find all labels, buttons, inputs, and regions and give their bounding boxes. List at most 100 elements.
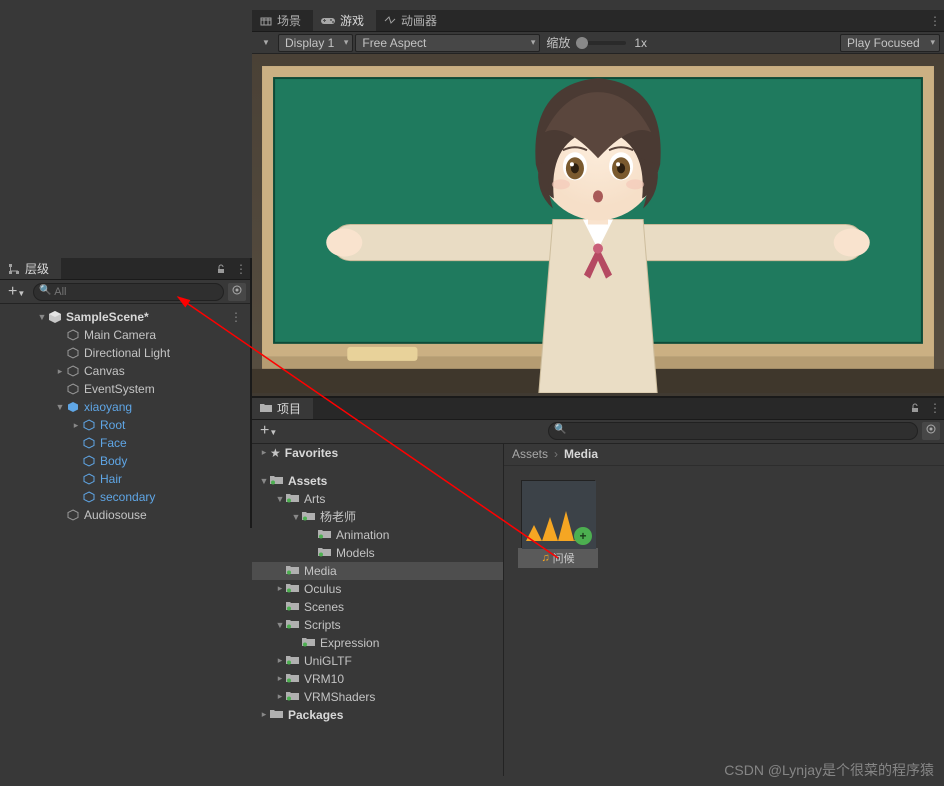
hierarchy-search[interactable] [33, 283, 224, 301]
folder-row[interactable]: Models [252, 544, 503, 562]
gameobject-row[interactable]: ▼ xiaoyang [0, 398, 250, 416]
project-filter-icon[interactable] [922, 422, 940, 440]
folder-icon [260, 403, 272, 413]
foldout-icon[interactable]: ▸ [54, 366, 66, 377]
project-lock-icon[interactable] [904, 398, 926, 419]
project-search[interactable] [548, 422, 918, 440]
folder-icon [286, 582, 300, 596]
project-tab[interactable]: 项目 [252, 398, 313, 419]
gameobject-row[interactable]: Directional Light [0, 344, 250, 362]
foldout-icon[interactable]: ▸ [274, 583, 286, 594]
folder-row[interactable]: ▼ Scripts [252, 616, 503, 634]
prefab-icon [66, 400, 80, 414]
aspect-dropdown[interactable]: Free Aspect [355, 34, 540, 52]
assets-row[interactable]: ▼ Assets [252, 472, 503, 490]
gameobject-row[interactable]: Face [0, 434, 250, 452]
add-button[interactable]: +▼ [4, 283, 29, 301]
search-type-icon[interactable] [228, 283, 246, 301]
foldout-icon[interactable]: ▼ [36, 312, 48, 322]
folder-row[interactable]: ▸ VRMShaders [252, 688, 503, 706]
breadcrumb-current[interactable]: Media [564, 447, 598, 461]
hierarchy-panel: 层级 ⋮ +▼ 🔍 ▼ SampleScene [0, 258, 252, 528]
go-label: Directional Light [84, 346, 170, 360]
game-dropdown-icon[interactable]: ▼ [256, 38, 276, 47]
asset-audio[interactable]: + ♫ 问候 [518, 480, 598, 568]
asset-grid[interactable]: + ♫ 问候 [504, 466, 944, 776]
hierarchy-menu-icon[interactable]: ⋮ [232, 258, 250, 279]
hierarchy-tab[interactable]: 层级 [0, 258, 61, 279]
breadcrumb-root[interactable]: Assets [512, 447, 548, 461]
go-label: secondary [100, 490, 155, 504]
search-icon: 🔍 [39, 285, 51, 296]
folder-row[interactable]: ▸ UniGLTF [252, 652, 503, 670]
gameobject-icon [66, 382, 80, 396]
packages-row[interactable]: ▸ Packages [252, 706, 503, 724]
gameobject-icon [66, 364, 80, 378]
right-panels: 场景 游戏 动画器 ⋮ ▼ Display 1 Free Aspect 缩放 [252, 10, 944, 776]
gameobject-row[interactable]: ▸ Canvas [0, 362, 250, 380]
scale-slider[interactable] [576, 41, 626, 45]
project-tab-bar: 项目 ⋮ [252, 398, 944, 420]
game-viewport[interactable] [252, 54, 944, 396]
scene-tab[interactable]: 场景 [252, 10, 313, 31]
foldout-icon[interactable]: ▸ [274, 655, 286, 666]
folder-icon [270, 474, 284, 488]
gameobject-row[interactable]: Hair [0, 470, 250, 488]
display-dropdown[interactable]: Display 1 [278, 34, 353, 52]
folder-icon [270, 708, 284, 722]
project-menu-icon[interactable]: ⋮ [926, 398, 944, 419]
gameobject-icon [66, 508, 80, 522]
foldout-icon[interactable]: ▼ [258, 476, 270, 486]
unlock-icon[interactable] [210, 258, 232, 279]
gameobject-row[interactable]: secondary [0, 488, 250, 506]
hierarchy-title: 层级 [25, 260, 49, 277]
asset-name: 问候 [553, 550, 575, 566]
foldout-icon[interactable]: ▼ [290, 512, 302, 522]
favorites-row[interactable]: ▸ ★ Favorites [252, 444, 503, 462]
folder-icon [286, 654, 300, 668]
go-label: EventSystem [84, 382, 155, 396]
scene-menu-icon[interactable]: ⋮ [230, 310, 250, 324]
folder-row[interactable]: ▸ VRM10 [252, 670, 503, 688]
foldout-icon[interactable]: ▼ [54, 402, 66, 412]
hierarchy-icon [8, 263, 20, 275]
folder-row[interactable]: Animation [252, 526, 503, 544]
gameobject-row[interactable]: EventSystem [0, 380, 250, 398]
go-label: Main Camera [84, 328, 156, 342]
folder-row[interactable]: ▼ Arts [252, 490, 503, 508]
gameobject-row[interactable]: ▸ Root [0, 416, 250, 434]
folder-icon [286, 690, 300, 704]
folder-row[interactable]: ▸ Oculus [252, 580, 503, 598]
folder-row[interactable]: Expression [252, 634, 503, 652]
project-folders: ▸ ★ Favorites ▼ Assets ▼ Arts [252, 444, 504, 776]
play-focused-dropdown[interactable]: Play Focused [840, 34, 940, 52]
folder-row-media[interactable]: Media [252, 562, 503, 580]
game-toolbar: ▼ Display 1 Free Aspect 缩放 1x Play Focus… [252, 32, 944, 54]
hierarchy-tree: ▼ SampleScene* ⋮ Main Camera Directional… [0, 304, 250, 528]
foldout-icon[interactable]: ▸ [258, 709, 270, 720]
folder-row[interactable]: Scenes [252, 598, 503, 616]
gameobject-row[interactable]: Audiosouse [0, 506, 250, 524]
center-tab-bar: 场景 游戏 动画器 ⋮ [252, 10, 944, 32]
foldout-icon[interactable]: ▸ [274, 691, 286, 702]
gameobject-row[interactable]: Body [0, 452, 250, 470]
foldout-icon[interactable]: ▸ [70, 420, 82, 431]
folder-icon [318, 546, 332, 560]
foldout-icon[interactable]: ▸ [274, 673, 286, 684]
gameobject-row[interactable]: Main Camera [0, 326, 250, 344]
go-label: Hair [100, 472, 122, 486]
folder-icon [302, 510, 316, 524]
go-label: Audiosouse [84, 508, 147, 522]
game-tab[interactable]: 游戏 [313, 10, 376, 31]
center-menu-icon[interactable]: ⋮ [926, 10, 944, 31]
animator-tab[interactable]: 动画器 [376, 10, 449, 31]
plus-badge-icon: + [574, 527, 592, 545]
project-add-button[interactable]: +▼ [256, 422, 281, 440]
folder-row[interactable]: ▼ 杨老师 [252, 508, 503, 526]
foldout-icon[interactable]: ▼ [274, 620, 286, 630]
foldout-icon[interactable]: ▼ [274, 494, 286, 504]
foldout-icon[interactable]: ▸ [258, 447, 270, 458]
gameobject-icon [82, 436, 96, 450]
scene-name: SampleScene* [66, 310, 149, 324]
scene-row[interactable]: ▼ SampleScene* ⋮ [0, 308, 250, 326]
